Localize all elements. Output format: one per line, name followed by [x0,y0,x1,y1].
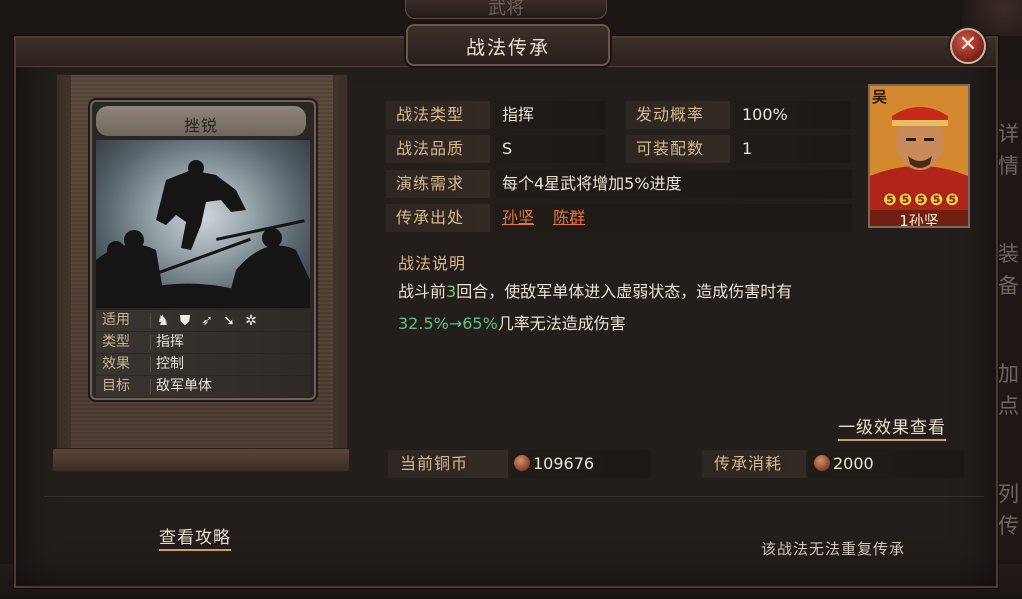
cavalry-icon: ♞ [156,313,170,329]
type-label: 类型 [102,334,130,350]
star-icon: ❺ [945,190,959,209]
faction-badge: 吴 [872,88,888,106]
round-count: 3 [446,282,457,301]
inherit-note: 该战法无法重复传承 [761,540,906,558]
battle-silhouette-art [96,160,310,308]
side-char: 传 [998,514,1019,538]
level-effect-link[interactable]: 一级效果查看 [838,413,946,441]
info-row-quality: 战法品质 S [386,135,606,163]
current-copper-value: 109676 [533,454,595,473]
tactic-name: 挫锐 [183,116,218,135]
star-rating: ❺ ❺ ❺ ❺ ❺ [876,190,966,209]
card-row-effect: 效果 控制 [96,354,310,375]
inherit-cost-value: 2000 [833,454,874,473]
star-icon: ❺ [929,190,944,209]
info-row-tactic-type: 战法类型 指挥 [386,101,606,129]
general-portrait[interactable]: 吴 ❺ ❺ ❺ ❺ ❺ 1孙坚 [868,84,970,228]
current-copper-value-box: 109676 [510,450,650,478]
quality-value: S [492,135,606,163]
source-link-sun-jian[interactable]: 孙坚 [502,208,534,227]
effect-label: 效果 [102,356,130,372]
probability-range: 32.5%→65% [398,314,498,333]
star-icon: ❺ [898,190,913,209]
dialog-title: 战法传承 [465,37,550,59]
side-char: 列 [998,482,1019,506]
background-tab: 武将 [405,0,607,19]
training-value: 每个4星武将增加5%进度 [492,170,852,198]
quality-label: 战法品质 [386,135,490,163]
side-char: 详 [998,122,1019,146]
info-row-trigger-rate: 发动概率 100% [626,101,856,129]
current-copper-label: 当前铜币 [388,450,508,478]
side-char: 装 [998,242,1019,266]
description-text: 战斗前3回合，使敌军单体进入虚弱状态，造成伤害时有 32.5%→65%几率无法造… [398,276,958,340]
divider [44,496,984,497]
side-char: 情 [998,154,1019,178]
info-row-source: 传承出处 孙坚 陈群 [386,204,856,232]
trigger-rate-value: 100% [732,101,850,129]
side-char: 点 [998,394,1019,418]
view-guide-link[interactable]: 查看攻略 [159,523,231,551]
card-row-type: 类型 指挥 [96,332,310,353]
tactic-type-label: 战法类型 [386,101,490,129]
inherit-cost-label: 传承消耗 [702,450,806,478]
card-row-target: 目标 敌军单体 [96,376,310,397]
target-value: 敌军单体 [156,378,212,394]
card-attributes: 适用 ♞ ⛊ ➶ ➘ ✲ 类型 指挥 效果 控制 目标 敌军单体 [96,310,310,398]
wheel-icon: ✲ [245,313,257,329]
side-char: 备 [998,274,1019,298]
training-label: 演练需求 [386,170,490,198]
equip-count-label: 可装配数 [626,135,730,163]
background-tab-label: 武将 [488,0,524,19]
title-plate: 战法传承 [406,24,610,66]
target-label: 目标 [102,378,130,394]
scroll-roller [52,448,350,472]
side-char: 加 [998,362,1019,386]
info-row-training: 演练需求 每个4星武将增加5%进度 [386,170,856,198]
close-x-icon: ✕ [958,32,978,57]
inherit-cost-value-box: 2000 [808,450,964,478]
shield-icon: ⛊ [179,313,191,329]
description-line-1: 战斗前3回合，使敌军单体进入虚弱状态，造成伤害时有 [398,282,793,301]
suitable-label: 适用 [102,312,130,328]
trigger-rate-label: 发动概率 [626,101,730,129]
info-row-equip-count: 可装配数 1 [626,135,856,163]
copper-coin-icon [814,455,830,471]
description-label: 战法说明 [398,254,467,273]
equip-count-value: 1 [732,135,850,163]
inherit-cost-row: 传承消耗 2000 [702,450,964,478]
tactic-card: 挫锐 适用 ♞ ⛊ ➶ ➘ ✲ 类型 指挥 效果 控制 目标 敌军单体 [90,100,316,400]
tactic-illustration [96,140,310,308]
close-button[interactable]: ✕ [950,28,986,64]
general-name: 1孙坚 [870,210,968,226]
source-values: 孙坚 陈群 [492,204,852,232]
bow-icon: ➶ [201,313,213,329]
card-name-plate: 挫锐 [96,106,306,136]
suitable-troop-icons: ♞ ⛊ ➶ ➘ ✲ [154,312,260,330]
type-value: 指挥 [156,334,184,350]
spear-icon: ➘ [223,313,235,329]
tactic-type-value: 指挥 [492,101,606,129]
effect-value: 控制 [156,356,184,372]
copper-coin-icon [514,455,530,471]
source-link-chen-qun[interactable]: 陈群 [553,208,585,227]
star-icon: ❺ [883,190,897,209]
current-copper-row: 当前铜币 109676 [388,450,650,478]
tactic-inherit-dialog: 战法传承 ✕ 挫锐 适用 ♞ ⛊ ➶ ➘ ✲ 类型 指挥 效果 控制 目标 敌军… [14,24,998,588]
source-label: 传承出处 [386,204,490,232]
star-icon: ❺ [914,190,928,209]
background-side-menu: 详 情 装 备 加 点 列 传 [994,80,1022,560]
description-line-2: 32.5%→65%几率无法造成伤害 [398,314,626,333]
card-row-suitable: 适用 ♞ ⛊ ➶ ➘ ✲ [96,310,310,331]
